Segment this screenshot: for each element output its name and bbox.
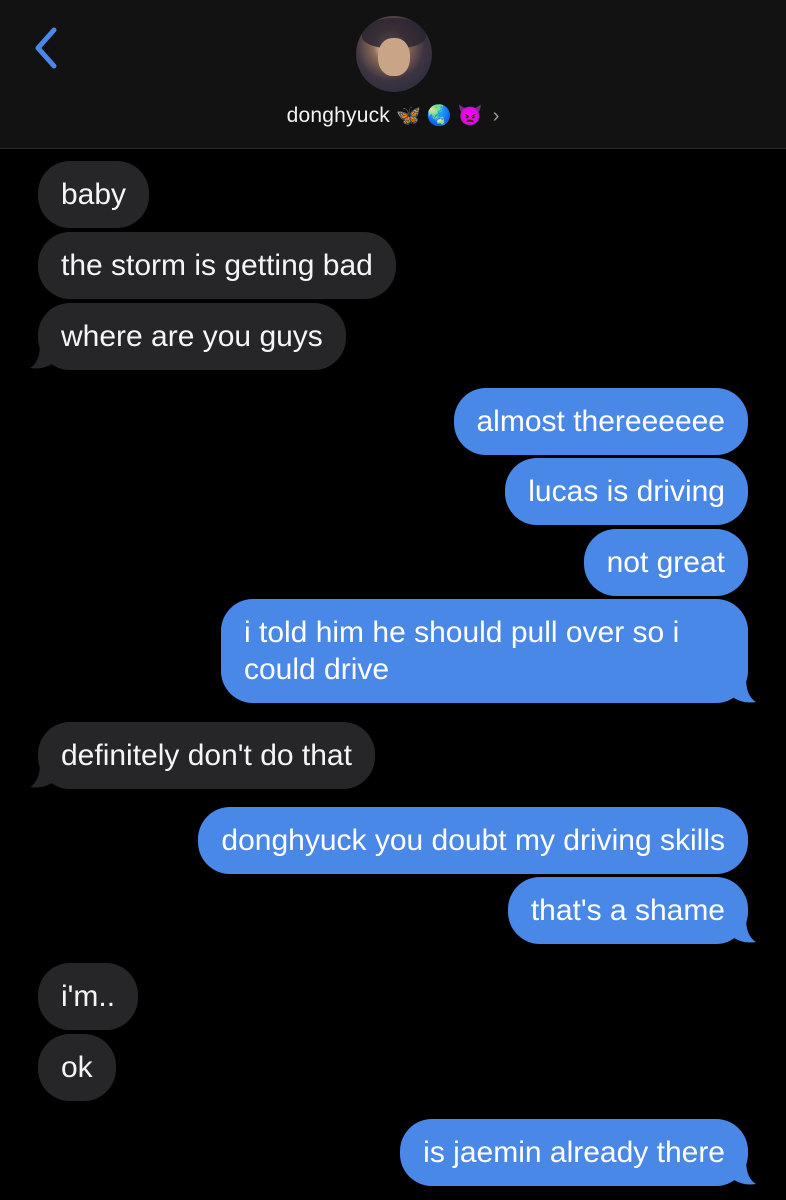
outgoing-bubble-tail: [734, 1160, 756, 1185]
message-bubble-outgoing[interactable]: donghyuck you doubt my driving skills: [198, 807, 748, 874]
globe-emoji-icon: 🌏: [426, 105, 452, 127]
message-text: that's a shame: [530, 894, 725, 927]
message-bubble-outgoing[interactable]: is jaemin already there: [400, 1119, 748, 1186]
message-bubble-incoming[interactable]: the storm is getting bad: [38, 232, 396, 299]
devil-emoji-icon: 👿: [457, 105, 483, 127]
incoming-bubble-tail: [30, 344, 52, 369]
message-bubble-incoming[interactable]: where are you guys: [38, 303, 346, 370]
message-text: donghyuck you doubt my driving skills: [221, 824, 725, 857]
avatar-face: [378, 38, 410, 76]
message-bubble-incoming[interactable]: i'm..: [38, 963, 139, 1030]
message-text: i'm..: [61, 980, 116, 1013]
message-text: lucas is driving: [528, 475, 725, 508]
message-text: ok: [61, 1051, 93, 1084]
message-bubble-outgoing[interactable]: almost thereeeeee: [453, 388, 748, 455]
message-bubble-incoming[interactable]: ok: [38, 1034, 116, 1101]
outgoing-bubble-tail: [734, 678, 756, 703]
chevron-right-icon: ›: [492, 104, 500, 127]
message-bubble-outgoing[interactable]: lucas is driving: [505, 458, 748, 525]
incoming-bubble-tail: [30, 763, 52, 788]
message-text: where are you guys: [61, 320, 323, 353]
contact-details-button[interactable]: donghyuck 🦋 🌏 👿 ›: [0, 98, 786, 134]
message-bubble-outgoing[interactable]: i told him he should pull over so i coul…: [221, 599, 748, 703]
contact-avatar[interactable]: [356, 16, 432, 92]
contact-name: donghyuck: [286, 104, 390, 127]
message-bubble-outgoing[interactable]: that's a shame: [507, 877, 748, 944]
message-text: not great: [606, 546, 725, 579]
message-bubble-incoming[interactable]: baby: [38, 161, 150, 228]
butterfly-emoji-icon: 🦋: [396, 105, 421, 127]
back-button[interactable]: [28, 24, 68, 72]
message-text: i told him he should pull over so i coul…: [244, 616, 680, 686]
message-bubble-incoming[interactable]: definitely don't do that: [38, 722, 375, 789]
message-text: definitely don't do that: [61, 739, 352, 772]
chevron-left-icon: [35, 27, 57, 69]
message-text: the storm is getting bad: [61, 249, 373, 282]
conversation-header: donghyuck 🦋 🌏 👿 ›: [0, 0, 786, 149]
message-text: is jaemin already there: [423, 1136, 725, 1169]
message-text: baby: [61, 178, 127, 211]
message-text: almost thereeeeee: [476, 405, 726, 438]
outgoing-bubble-tail: [734, 918, 756, 943]
message-bubble-outgoing[interactable]: not great: [583, 529, 748, 596]
